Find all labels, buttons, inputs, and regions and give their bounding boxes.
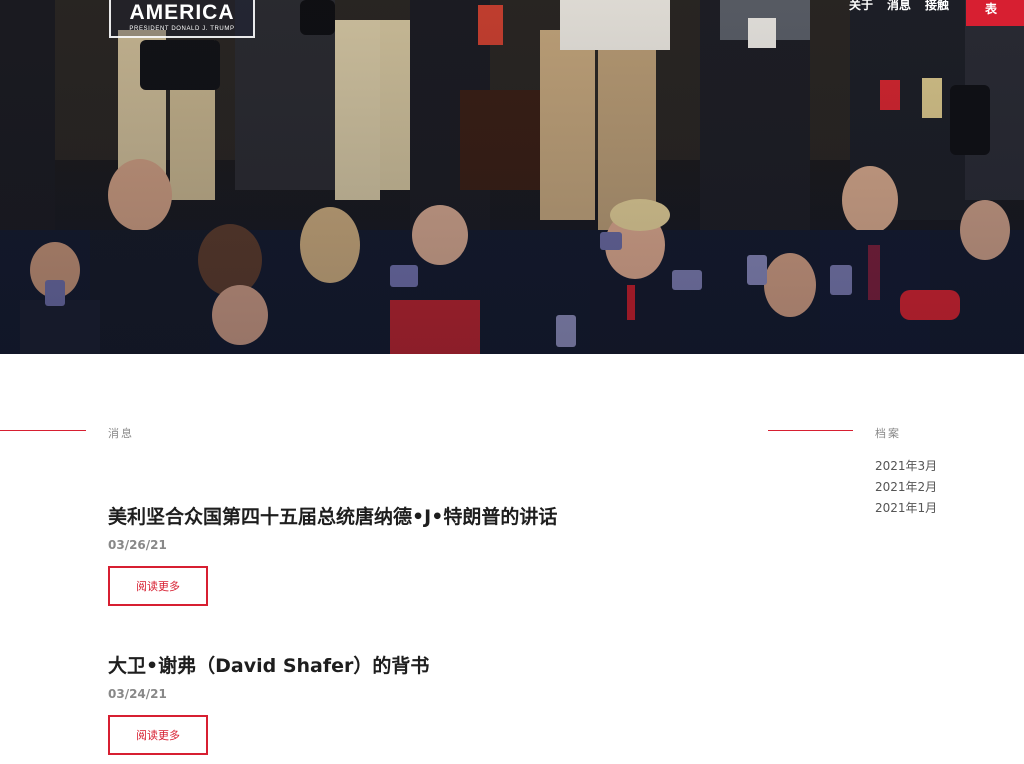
- hero-overlay: [0, 0, 1024, 354]
- nav-item-news[interactable]: 消息: [887, 0, 911, 12]
- top-nav: 关于 消息 接触 表: [849, 0, 1024, 26]
- archive-item-2021-03[interactable]: 2021年3月: [875, 456, 937, 477]
- news-section-label: 消息: [108, 427, 134, 440]
- read-more-button-1[interactable]: 阅读更多: [108, 566, 208, 606]
- archive-section-rule: [768, 430, 853, 431]
- archive-list: 2021年3月 2021年2月 2021年1月: [875, 456, 937, 519]
- nav-cta-button[interactable]: 表: [966, 0, 1024, 26]
- post-title-1[interactable]: 美利坚合众国第四十五届总统唐纳德•J•特朗普的讲话: [108, 502, 557, 529]
- read-more-button-2[interactable]: 阅读更多: [108, 715, 208, 755]
- archive-item-2021-02[interactable]: 2021年2月: [875, 477, 937, 498]
- archive-item-2021-01[interactable]: 2021年1月: [875, 498, 937, 519]
- post-date-2: 03/24/21: [108, 687, 167, 701]
- nav-item-contact[interactable]: 接触: [925, 0, 949, 12]
- archive-section-label: 档案: [875, 427, 901, 440]
- logo-text: AMERICA: [129, 1, 235, 24]
- news-section-rule: [0, 430, 86, 431]
- logo-subtext: PRESIDENT DONALD J. TRUMP: [129, 26, 235, 32]
- site-logo[interactable]: AMERICA PRESIDENT DONALD J. TRUMP: [109, 0, 255, 38]
- post-title-2[interactable]: 大卫•谢弗（David Shafer）的背书: [108, 651, 429, 678]
- hero-banner: [0, 0, 1024, 354]
- post-date-1: 03/26/21: [108, 538, 167, 552]
- nav-item-about[interactable]: 关于: [849, 0, 873, 12]
